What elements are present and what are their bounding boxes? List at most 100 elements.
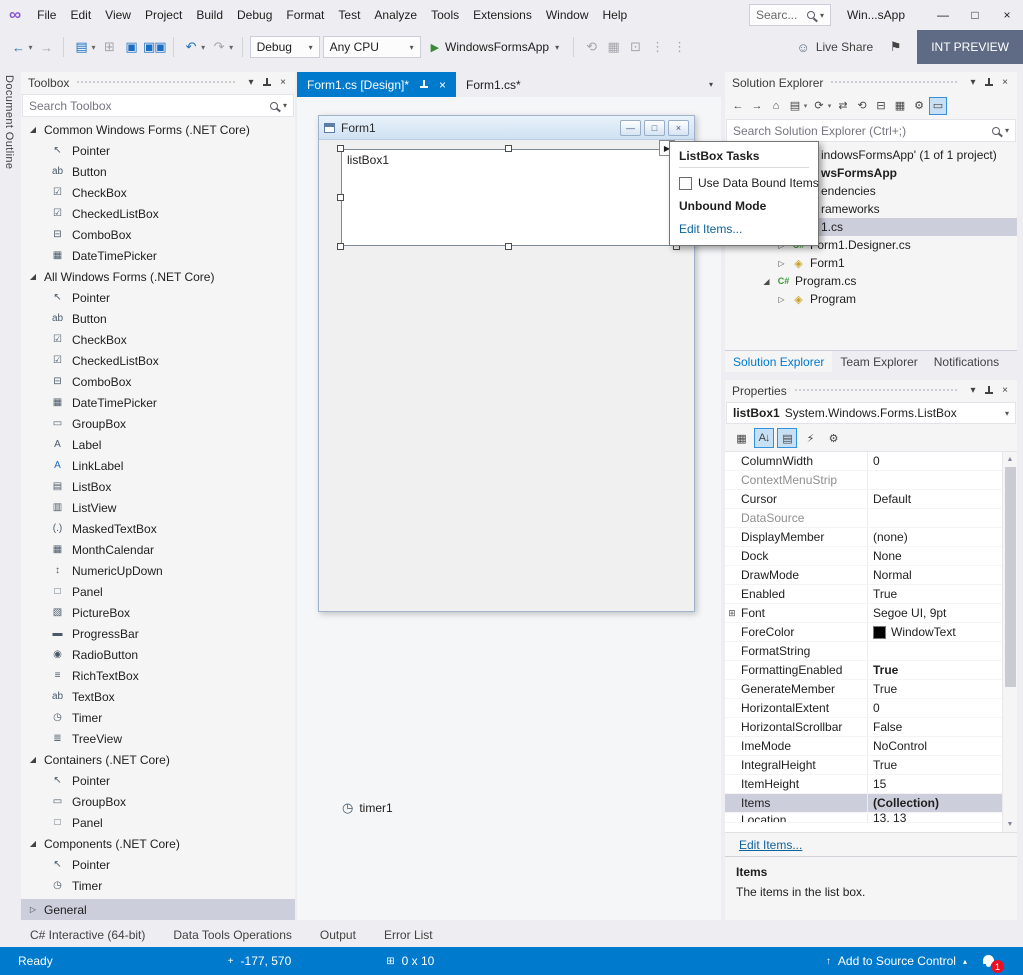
panel-tab-error-list[interactable]: Error List <box>384 928 433 942</box>
toolbox-item-pointer[interactable]: ↖Pointer <box>21 770 295 791</box>
document-tab-form1-cs-design[interactable]: Form1.cs [Design]*× <box>297 72 456 97</box>
designer-form[interactable]: Form1 — □ × listBox1 <box>318 115 695 612</box>
categorized-icon[interactable]: ▦ <box>731 428 751 448</box>
edit-items-link[interactable]: Edit Items... <box>679 222 742 236</box>
toolbox-item-listbox[interactable]: ▤ListBox <box>21 476 295 497</box>
property-row-displaymember[interactable]: DisplayMember(none) <box>725 528 1002 547</box>
toolbox-item-label[interactable]: ALabel <box>21 434 295 455</box>
toolbox-item-timer[interactable]: ◷Timer <box>21 875 295 896</box>
toolbox-item-numericupdown[interactable]: ↕NumericUpDown <box>21 560 295 581</box>
object-selector-dropdown[interactable]: listBox1 System.Windows.Forms.ListBox ▾ <box>726 402 1016 424</box>
property-value[interactable]: None <box>867 547 1002 565</box>
property-value[interactable]: Default <box>867 490 1002 508</box>
pin-icon[interactable] <box>259 75 275 91</box>
filter-caret-icon[interactable]: ▾ <box>826 97 833 115</box>
property-value[interactable] <box>867 509 1002 527</box>
component-tray-timer[interactable]: ◷ timer1 <box>342 800 393 816</box>
property-row-horizontalscrollbar[interactable]: HorizontalScrollbarFalse <box>725 718 1002 737</box>
toolbox-item-button[interactable]: abButton <box>21 308 295 329</box>
listbox-control[interactable]: listBox1 <box>341 149 676 246</box>
property-value[interactable]: 0 <box>867 699 1002 717</box>
switch-views-caret-icon[interactable]: ▾ <box>802 97 809 115</box>
property-row-dock[interactable]: DockNone <box>725 547 1002 566</box>
scroll-up-icon[interactable]: ▲ <box>1007 452 1014 467</box>
chevron-down-icon[interactable]: ▾ <box>965 75 981 91</box>
send-feedback-icon[interactable]: ⚑ <box>885 36 905 58</box>
toolbox-item-richtextbox[interactable]: ≡RichTextBox <box>21 665 295 686</box>
quick-launch-search[interactable]: Searc... ▾ <box>749 4 831 26</box>
property-value[interactable] <box>867 471 1002 489</box>
property-row-forecolor[interactable]: ForeColorWindowText <box>725 623 1002 642</box>
pin-icon[interactable] <box>416 77 432 93</box>
tab-team-explorer[interactable]: Team Explorer <box>832 351 925 372</box>
property-value[interactable]: False <box>867 718 1002 736</box>
toolbox-group-components-net-core[interactable]: ◢Components (.NET Core) <box>21 833 295 854</box>
document-list-chevron-icon[interactable]: ▾ <box>709 80 721 89</box>
menu-test[interactable]: Test <box>331 3 367 27</box>
resize-handle-n[interactable] <box>505 145 512 152</box>
toolbox-item-panel[interactable]: □Panel <box>21 812 295 833</box>
toolbox-item-treeview[interactable]: ≣TreeView <box>21 728 295 749</box>
minimize-button[interactable]: — <box>927 0 959 30</box>
properties-icon[interactable]: ⚙ <box>910 97 928 115</box>
toolbox-item-checkedlistbox[interactable]: ☑CheckedListBox <box>21 203 295 224</box>
properties-view-icon[interactable]: ▤ <box>777 428 797 448</box>
expander-collapsed-icon[interactable]: ▷ <box>776 295 787 304</box>
property-row-enabled[interactable]: EnabledTrue <box>725 585 1002 604</box>
toolbox-item-listview[interactable]: ▥ListView <box>21 497 295 518</box>
menu-window[interactable]: Window <box>539 3 596 27</box>
toolbox-item-checkbox[interactable]: ☑CheckBox <box>21 329 295 350</box>
toolbar-overflow-icon[interactable]: ⋮ <box>647 36 667 58</box>
live-share-button[interactable]: ☺ Live Share <box>797 40 874 55</box>
redo-icon[interactable]: ↷ <box>209 36 229 58</box>
drag-grip[interactable] <box>830 80 958 85</box>
menu-build[interactable]: Build <box>189 3 230 27</box>
property-row-contextmenustrip[interactable]: ContextMenuStrip <box>725 471 1002 490</box>
property-value[interactable]: 13, 13 <box>867 813 1002 822</box>
navigate-back-icon[interactable]: ← <box>8 36 28 58</box>
add-item-icon[interactable]: ⊞ <box>99 36 119 58</box>
property-value[interactable]: (none) <box>867 528 1002 546</box>
close-icon[interactable]: × <box>997 75 1013 91</box>
pin-icon[interactable] <box>981 75 997 91</box>
property-value[interactable]: True <box>867 680 1002 698</box>
events-icon[interactable]: ⚡ <box>800 428 820 448</box>
alphabetical-icon[interactable]: A↓ <box>754 428 774 448</box>
property-value[interactable]: WindowText <box>867 623 1002 641</box>
property-row-font[interactable]: ⊞FontSegoe UI, 9pt <box>725 604 1002 623</box>
property-value[interactable]: Normal <box>867 566 1002 584</box>
property-value[interactable]: True <box>867 756 1002 774</box>
menu-tools[interactable]: Tools <box>424 3 466 27</box>
solution-item-program-cs[interactable]: ◢C#Program.cs <box>725 272 1017 290</box>
expander-collapsed-icon[interactable]: ▷ <box>776 259 787 268</box>
property-row-datasource[interactable]: DataSource <box>725 509 1002 528</box>
toolbox-item-radiobutton[interactable]: ◉RadioButton <box>21 644 295 665</box>
resize-handle-sw[interactable] <box>337 243 344 250</box>
property-row-generatemember[interactable]: GenerateMemberTrue <box>725 680 1002 699</box>
start-debugging-button[interactable]: ▶ WindowsFormsApp ▾ <box>424 35 567 59</box>
panel-tab-output[interactable]: Output <box>320 928 356 942</box>
toolbox-item-pointer[interactable]: ↖Pointer <box>21 287 295 308</box>
save-all-icon[interactable]: ▣▣ <box>143 36 166 58</box>
redo-caret-icon[interactable]: ▾ <box>227 36 235 58</box>
toolbox-item-combobox[interactable]: ⊟ComboBox <box>21 224 295 245</box>
home-icon[interactable]: ⌂ <box>767 97 785 115</box>
add-to-source-control-button[interactable]: ↑ Add to Source Control ▴ <box>826 954 967 968</box>
toolbox-search-input[interactable]: Search Toolbox ▾ <box>22 94 294 117</box>
toolbox-group-general[interactable]: ▷ General <box>21 899 295 920</box>
toolbox-item-panel[interactable]: □Panel <box>21 581 295 602</box>
navigate-back-caret-icon[interactable]: ▾ <box>26 36 34 58</box>
save-icon[interactable]: ▣ <box>121 36 141 58</box>
menu-file[interactable]: File <box>30 3 63 27</box>
notifications-button[interactable]: 1 <box>983 955 995 967</box>
application-insights-icon[interactable]: ▦ <box>603 36 623 58</box>
resize-handle-w[interactable] <box>337 194 344 201</box>
property-row-location[interactable]: Location13, 13 <box>725 813 1002 823</box>
property-value[interactable] <box>867 642 1002 660</box>
scroll-thumb[interactable] <box>1005 467 1016 687</box>
toolbox-item-groupbox[interactable]: ▭GroupBox <box>21 791 295 812</box>
navigate-forward-icon[interactable]: → <box>36 36 56 58</box>
new-file-caret-icon[interactable]: ▾ <box>89 36 97 58</box>
toolbox-item-groupbox[interactable]: ▭GroupBox <box>21 413 295 434</box>
use-data-bound-items-checkbox[interactable] <box>679 177 692 190</box>
